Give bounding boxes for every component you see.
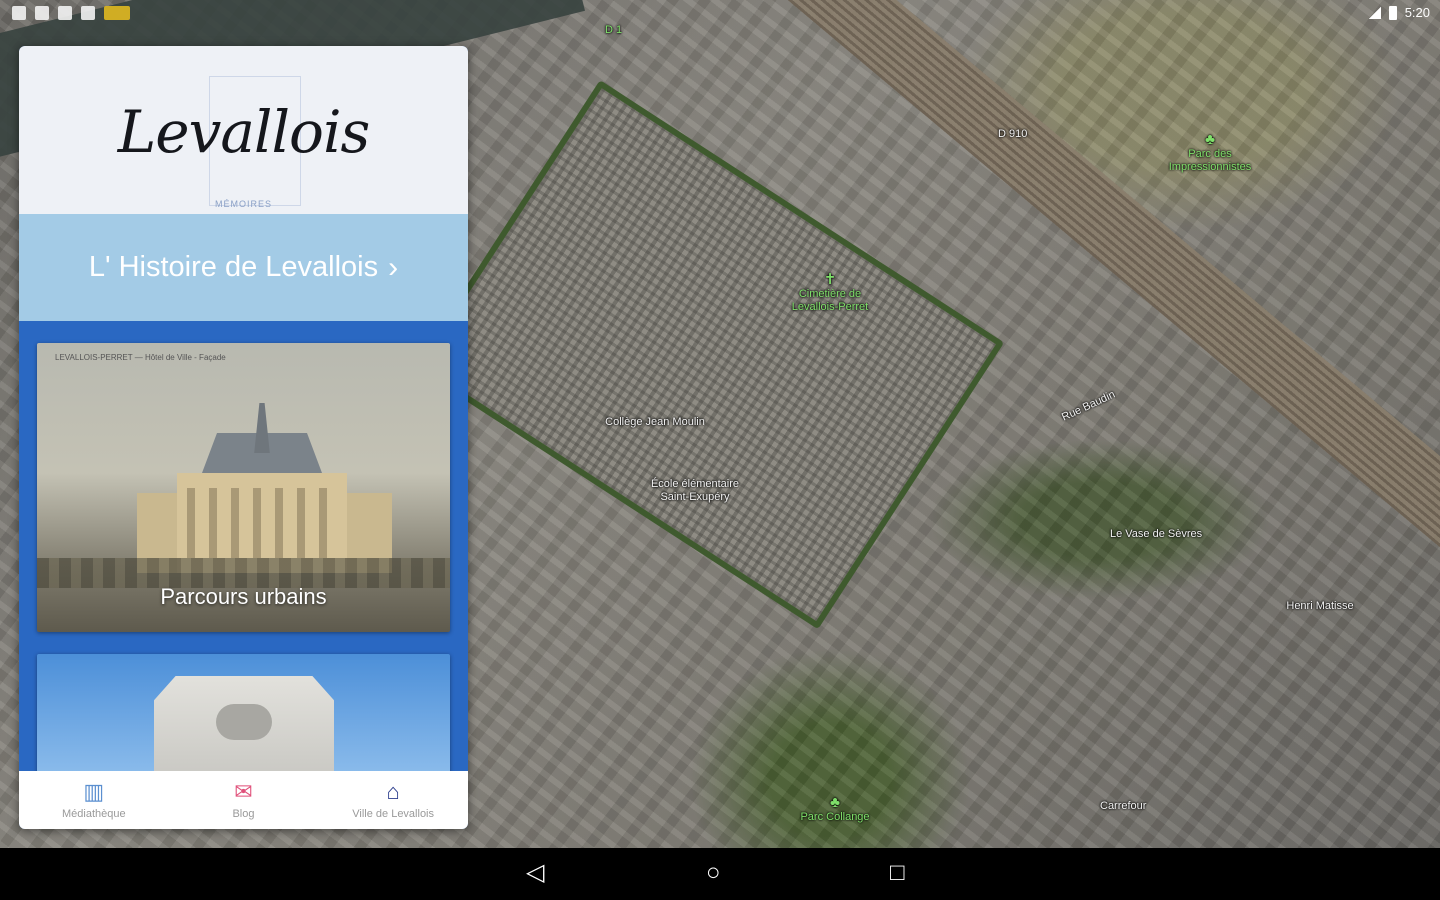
history-banner-label: L' Histoire de Levallois — [88, 251, 379, 283]
nav-label: Blog — [232, 807, 255, 820]
city-hall-image — [177, 403, 347, 573]
notification-icon — [81, 6, 95, 20]
road-badge-d910: D 910 — [998, 128, 1028, 140]
card-monument[interactable] — [37, 654, 450, 779]
notification-icons — [12, 6, 130, 20]
poi-carrefour[interactable]: Carrefour — [1100, 800, 1146, 813]
clock: 5:20 — [1404, 5, 1430, 20]
notification-icon — [58, 6, 72, 20]
app-logo: Levallois — [117, 98, 371, 166]
app-panel: Levallois MÉMOIRES L' Histoire de Levall… — [19, 46, 468, 829]
cemetery-area — [413, 80, 1005, 630]
notification-icon — [12, 6, 26, 20]
poi-parc-collange[interactable]: ♣ Parc Collange — [790, 795, 880, 824]
street-label: Rue Baudin — [1059, 388, 1118, 424]
poi-cemetery[interactable]: ✝ Cimetière de Levallois-Perret — [775, 272, 885, 314]
tree-icon: ♣ — [1205, 131, 1215, 148]
status-bar: 5:20 — [0, 0, 1440, 28]
poi-henri-matisse[interactable]: Henri Matisse — [1270, 600, 1370, 613]
card-parcours-urbains[interactable]: LEVALLOIS-PERRET — Hôtel de Ville - Faça… — [37, 343, 450, 632]
tree-icon: ♣ — [830, 794, 840, 811]
notification-icon — [35, 6, 49, 20]
chat-icon: ✉ — [234, 778, 253, 804]
nav-ville-de-levallois[interactable]: ⌂ Ville de Levallois — [323, 778, 463, 820]
cemetery-icon: ✝ — [823, 271, 837, 288]
notification-icon — [104, 6, 130, 20]
poi-park-impressionnistes[interactable]: ♣ Parc des Impressionnistes — [1150, 132, 1270, 174]
home-button[interactable]: ○ — [706, 860, 721, 886]
book-icon: ▥ — [83, 778, 105, 804]
postcard-caption: LEVALLOIS-PERRET — Hôtel de Ville - Faça… — [55, 353, 226, 362]
nav-label: Médiathèque — [62, 807, 126, 820]
app-header: Levallois MÉMOIRES — [19, 46, 468, 214]
history-banner-button[interactable]: L' Histoire de Levallois › — [19, 214, 468, 321]
card-title: Parcours urbains — [160, 584, 327, 609]
app-logo-subtitle: MÉMOIRES — [214, 199, 272, 209]
nav-blog[interactable]: ✉ Blog — [173, 778, 313, 820]
city-hall-icon: ⌂ — [386, 778, 400, 804]
back-button[interactable]: ◁ — [526, 860, 544, 886]
bottom-navigation: ▥ Médiathèque ✉ Blog ⌂ Ville de Levalloi… — [19, 771, 468, 829]
battery-icon — [1388, 5, 1397, 20]
nav-mediatheque[interactable]: ▥ Médiathèque — [24, 778, 164, 820]
poi-college[interactable]: Collège Jean Moulin — [590, 416, 720, 429]
chevron-right-icon: › — [388, 250, 399, 284]
nav-label: Ville de Levallois — [352, 807, 435, 820]
poi-vase-sevres[interactable]: Le Vase de Sèvres — [1110, 528, 1202, 541]
recent-apps-button[interactable]: □ — [890, 860, 905, 886]
poi-school[interactable]: École élémentaire Saint-Exupéry — [640, 478, 750, 504]
signal-icon — [1368, 6, 1381, 19]
system-navigation-bar: ◁ ○ □ — [0, 848, 1440, 900]
monument-image — [154, 676, 334, 779]
system-icons: 5:20 — [1368, 5, 1430, 20]
